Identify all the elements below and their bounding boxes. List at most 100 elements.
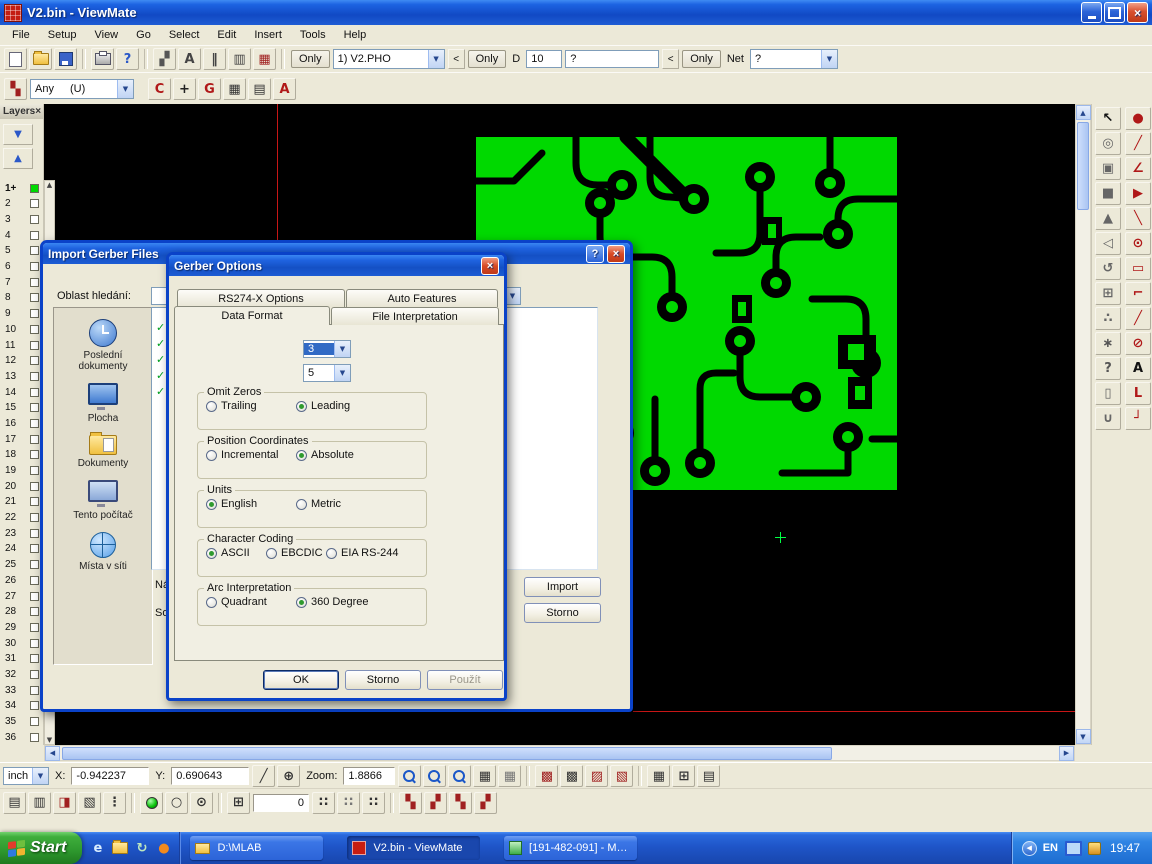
draw-arrowhead-icon[interactable]: ▶ — [1125, 182, 1151, 205]
layer-row-10[interactable]: 10 — [0, 322, 43, 338]
layer-combo[interactable]: 1) V2.PHO ▼ — [333, 49, 445, 69]
layer-color-swatch[interactable] — [30, 278, 39, 287]
minimize-button[interactable] — [1081, 2, 1102, 23]
layer-row-14[interactable]: 14 — [0, 384, 43, 400]
apply-button[interactable]: Použít — [427, 670, 503, 690]
save-file-icon[interactable] — [54, 48, 77, 70]
taskbar-task-folder[interactable]: D:\MLAB — [190, 836, 323, 860]
combo-arrow-icon[interactable]: ▼ — [117, 80, 133, 98]
erase-icon[interactable]: ⊘ — [1125, 332, 1151, 355]
layer-color-swatch[interactable] — [30, 246, 39, 255]
combo-arrow-icon[interactable]: ▼ — [428, 50, 444, 68]
layer-row-16[interactable]: 16 — [0, 416, 43, 432]
internet-explorer-icon[interactable]: e — [88, 837, 107, 859]
draw-circle-icon[interactable]: ⊙ — [1125, 232, 1151, 255]
import-button[interactable]: Import — [524, 577, 601, 597]
window-titlebar[interactable]: V2.bin - ViewMate × — [0, 0, 1152, 25]
snap-grid-icon[interactable]: ⊞ — [1095, 282, 1121, 305]
layer-row-22[interactable]: 22 — [0, 510, 43, 526]
flip-horizontal-icon[interactable]: ◁ — [1095, 232, 1121, 255]
layer-row-17[interactable]: 17 — [0, 431, 43, 447]
only-layer-toggle[interactable]: Only — [291, 50, 330, 68]
draw-backslash-icon[interactable]: ╲ — [1125, 207, 1151, 230]
radio-360-degree[interactable]: 360 Degree — [296, 596, 369, 608]
menu-item-select[interactable]: Select — [160, 27, 209, 43]
left-decimal-combo[interactable]: 3 ▼ — [303, 340, 351, 358]
layer-row-15[interactable]: 15 — [0, 400, 43, 416]
frame-icon[interactable]: ▯ — [1095, 382, 1121, 405]
copy-element-icon[interactable]: ▣ — [1095, 157, 1121, 180]
grid-value-field[interactable]: 0 — [253, 794, 309, 812]
zoom-in-icon[interactable] — [398, 765, 421, 787]
scrollbar-thumb[interactable] — [62, 747, 832, 760]
layer-color-swatch[interactable] — [30, 529, 39, 538]
scroll-down-icon[interactable]: ▼ — [1076, 729, 1091, 744]
select-arrow-icon[interactable]: ↖ — [1095, 107, 1121, 130]
radio-incremental[interactable]: Incremental — [206, 449, 296, 461]
layer-row-35[interactable]: 35 — [0, 714, 43, 730]
grid-fine-icon[interactable]: ▦ — [473, 765, 496, 787]
layer-row-32[interactable]: 32 — [0, 667, 43, 683]
dot-grid-2-icon[interactable]: ∷ — [337, 792, 360, 814]
union-icon[interactable]: ∪ — [1095, 407, 1121, 430]
layer-color-swatch[interactable] — [30, 623, 39, 632]
radio-leading[interactable]: Leading — [296, 400, 350, 412]
draw-corner-icon[interactable]: ⌐ — [1125, 282, 1151, 305]
layer-color-swatch[interactable] — [30, 639, 39, 648]
layer-row-28[interactable]: 28 — [0, 604, 43, 620]
layer-down-button[interactable]: ▼ — [3, 124, 33, 145]
layer-color-swatch[interactable] — [30, 184, 39, 193]
layer-row-31[interactable]: 31 — [0, 651, 43, 667]
combo-arrow-icon[interactable]: ▼ — [821, 50, 837, 68]
add-pad-icon[interactable]: ● — [1125, 107, 1151, 130]
select-filter-combo[interactable]: Any (U) ▼ — [30, 79, 134, 99]
scroll-left-icon[interactable]: ◀ — [45, 746, 60, 761]
menu-item-insert[interactable]: Insert — [245, 27, 291, 43]
layer-color-swatch[interactable] — [30, 231, 39, 240]
corner-br-icon[interactable]: ┘ — [1125, 407, 1151, 430]
dialog-close-button[interactable]: × — [607, 245, 625, 263]
draw-rect-icon[interactable]: ▭ — [1125, 257, 1151, 280]
place-dokumenty[interactable]: Dokumenty — [54, 435, 152, 469]
probe-marker-icon[interactable]: ⊙ — [190, 792, 213, 814]
radio-english[interactable]: English — [206, 498, 296, 510]
pad-pattern-3-icon[interactable]: ▚ — [449, 792, 472, 814]
menu-item-file[interactable]: File — [3, 27, 39, 43]
layer-up-button[interactable]: ▲ — [3, 148, 33, 169]
layer-row-5[interactable]: 5 — [0, 243, 43, 259]
horizontal-scrollbar[interactable]: ◀ ▶ — [44, 745, 1075, 761]
display-mode-4-icon[interactable]: ▧ — [610, 765, 633, 787]
layer-color-swatch[interactable] — [30, 199, 39, 208]
layer-color-swatch[interactable] — [30, 497, 39, 506]
layer-row-9[interactable]: 9 — [0, 306, 43, 322]
more-icon[interactable]: ⋮ — [103, 792, 126, 814]
settings-icon[interactable]: ∗ — [1095, 332, 1121, 355]
open-file-icon[interactable] — [29, 48, 52, 70]
draw-angle-icon[interactable]: ∠ — [1125, 157, 1151, 180]
pad-pattern-1-icon[interactable]: ▚ — [399, 792, 422, 814]
layer-color-swatch[interactable] — [30, 513, 39, 522]
layer-color-swatch[interactable] — [30, 262, 39, 271]
layer-row-33[interactable]: 33 — [0, 682, 43, 698]
tray-collapse-icon[interactable]: ◀ — [1022, 841, 1037, 856]
line-width-icon[interactable]: L — [1125, 382, 1151, 405]
grid-edit-icon[interactable]: ▦ — [647, 765, 670, 787]
draw-diagonal-icon[interactable]: ╱ — [1125, 307, 1151, 330]
scrollbar-thumb[interactable] — [1077, 122, 1089, 210]
close-button[interactable]: × — [1127, 2, 1148, 23]
dot-grid-3-icon[interactable]: ∷ — [362, 792, 385, 814]
hatch-icon[interactable]: ▧ — [78, 792, 101, 814]
grid-coarse-icon[interactable]: ▦ — [498, 765, 521, 787]
sketch-mode-icon[interactable]: ▤ — [697, 765, 720, 787]
zoom-all-icon[interactable] — [448, 765, 471, 787]
menu-item-go[interactable]: Go — [127, 27, 160, 43]
language-indicator[interactable]: EN — [1043, 842, 1058, 854]
layer-row-8[interactable]: 8 — [0, 290, 43, 306]
scroll-up-icon[interactable]: ▲ — [1076, 105, 1091, 120]
import-cancel-button[interactable]: Storno — [524, 603, 601, 623]
layer-row-2[interactable]: 2 — [0, 196, 43, 212]
start-button[interactable]: Start — [0, 832, 82, 864]
layer-color-swatch[interactable] — [30, 466, 39, 475]
half-fill-icon[interactable]: ◨ — [53, 792, 76, 814]
antivirus-icon[interactable] — [1085, 837, 1104, 859]
